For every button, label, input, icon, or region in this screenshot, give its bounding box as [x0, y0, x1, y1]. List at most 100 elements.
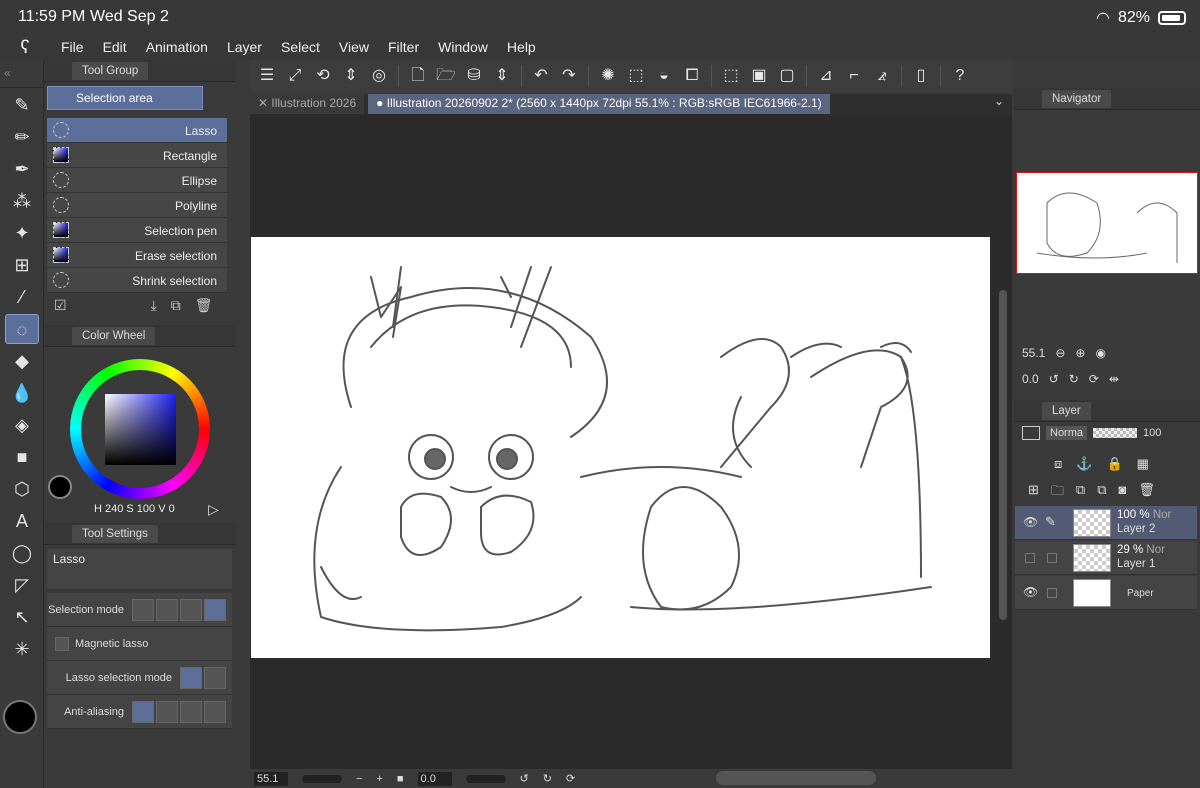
- subtool-settings-icon[interactable]: ☑: [54, 297, 67, 315]
- tab-illustration-inactive[interactable]: ✕ Illustration 2026: [250, 94, 365, 114]
- layer-color-icon[interactable]: [1022, 426, 1040, 440]
- layer-row[interactable]: 👁 Paper: [1015, 576, 1197, 610]
- line-icon[interactable]: ⦨: [871, 65, 893, 87]
- lock-layer-icon[interactable]: 🔒: [1106, 456, 1122, 472]
- redo-icon[interactable]: ↷: [558, 65, 580, 87]
- nav-fit-icon[interactable]: ◉: [1095, 346, 1105, 360]
- drawing-canvas[interactable]: [251, 237, 990, 658]
- fit-icon[interactable]: ■: [397, 773, 404, 785]
- tab-tool-group[interactable]: Tool Group: [72, 61, 149, 80]
- opacity-value[interactable]: 100: [1143, 427, 1161, 439]
- nav-rotate-field[interactable]: 0.0: [1022, 372, 1039, 386]
- rotate-right-icon[interactable]: ↻: [543, 772, 552, 785]
- import-subtool-icon[interactable]: ⤓: [151, 297, 157, 315]
- tab-navigator[interactable]: Navigator: [1042, 89, 1112, 108]
- clip-layer-icon[interactable]: ⧈: [1054, 456, 1062, 472]
- effect-line-tool-icon[interactable]: ✳: [5, 634, 39, 664]
- layer-row[interactable]: 29 % Nor Layer 1: [1015, 541, 1197, 575]
- brush-tool-icon[interactable]: ✒: [5, 154, 39, 184]
- arrow-updown-icon[interactable]: ⇕: [340, 65, 362, 87]
- menu-view[interactable]: View: [328, 39, 377, 55]
- vertical-scrollbar[interactable]: [999, 290, 1007, 620]
- brush-icon[interactable]: ⌐: [843, 65, 865, 87]
- mask-icon[interactable]: ◙: [1119, 482, 1127, 504]
- subtool-rectangle[interactable]: Rectangle: [47, 143, 227, 168]
- aa-none-icon[interactable]: [132, 700, 154, 723]
- lasso-polyline-icon[interactable]: [204, 666, 226, 689]
- transform-icon[interactable]: ⟲: [312, 65, 334, 87]
- rotate-left-icon[interactable]: ↺: [520, 772, 529, 785]
- aa-medium-icon[interactable]: [180, 700, 202, 723]
- aa-strong-icon[interactable]: [204, 700, 226, 723]
- deselect-icon[interactable]: ⬚: [720, 65, 742, 87]
- blend-mode-select[interactable]: Norma: [1046, 426, 1088, 440]
- nav-reset-icon[interactable]: ⟳: [1089, 372, 1099, 386]
- reset-rotate-icon[interactable]: ⟳: [566, 772, 575, 785]
- lock-checkbox[interactable]: [1047, 588, 1057, 598]
- color-swatch[interactable]: [48, 475, 72, 499]
- help-icon[interactable]: ?: [949, 65, 971, 87]
- grid-tool-icon[interactable]: ⊞: [5, 250, 39, 280]
- merge-down-icon[interactable]: ⧉: [1076, 482, 1085, 504]
- invert-selection-icon[interactable]: ▣: [748, 65, 770, 87]
- duplicate-subtool-icon[interactable]: ⧉: [171, 297, 181, 315]
- nav-zoom-out-icon[interactable]: ⊖: [1055, 346, 1065, 360]
- tab-layer[interactable]: Layer: [1042, 401, 1091, 420]
- menu-icon[interactable]: ☰: [256, 65, 278, 87]
- menu-select[interactable]: Select: [270, 39, 328, 55]
- subtool-erase-selection[interactable]: Erase selection: [47, 243, 227, 268]
- new-folder-icon[interactable]: 🗀: [1051, 482, 1064, 504]
- transform-box-icon[interactable]: ⧠: [681, 65, 703, 87]
- opacity-slider[interactable]: [1093, 428, 1138, 438]
- reference-layer-icon[interactable]: ⚓: [1076, 456, 1092, 472]
- menu-window[interactable]: Window: [427, 39, 496, 55]
- menu-help[interactable]: Help: [496, 39, 544, 55]
- main-color-swatch[interactable]: [3, 700, 37, 734]
- mode-new-icon[interactable]: [132, 598, 154, 621]
- ruler-tool-icon[interactable]: ◸: [5, 570, 39, 600]
- operation-tool-icon[interactable]: ↖: [5, 602, 39, 632]
- mode-subtract-icon[interactable]: [180, 598, 202, 621]
- menu-filter[interactable]: Filter: [377, 39, 427, 55]
- spray-tool-icon[interactable]: ⁂: [5, 186, 39, 216]
- magnetic-lasso-checkbox[interactable]: [55, 636, 69, 651]
- subtool-ellipse[interactable]: Ellipse: [47, 168, 227, 193]
- tab-illustration-active[interactable]: ● Illustration 20260902 2* (2560 x 1440p…: [368, 94, 830, 114]
- text-tool-icon[interactable]: A: [5, 506, 39, 536]
- nav-rotate-left-icon[interactable]: ↺: [1049, 372, 1059, 386]
- gradient-tool-icon[interactable]: ■: [5, 442, 39, 472]
- menu-file[interactable]: File: [50, 39, 92, 55]
- eraser-tool-icon[interactable]: ◆: [5, 346, 39, 376]
- arrow-updown2-icon[interactable]: ⇕: [491, 65, 513, 87]
- app-logo-small-icon[interactable]: ◎: [368, 65, 390, 87]
- subtool-polyline[interactable]: Polyline: [47, 193, 227, 218]
- layer-row[interactable]: 👁 ✎ 100 % Nor Layer 2: [1015, 506, 1197, 540]
- subtool-selection-pen[interactable]: Selection pen: [47, 218, 227, 243]
- tab-color-wheel[interactable]: Color Wheel: [72, 326, 156, 345]
- zoom-out-icon[interactable]: −: [356, 773, 362, 785]
- eyedropper-tool-icon[interactable]: ⁄: [5, 282, 39, 312]
- undo-icon[interactable]: ↶: [530, 65, 552, 87]
- nav-zoom-field[interactable]: 55.1: [1022, 346, 1045, 360]
- zoom-field[interactable]: 55.1: [254, 771, 288, 786]
- rotate-slider[interactable]: [465, 774, 506, 783]
- new-layer-icon[interactable]: ⊞: [1028, 482, 1039, 504]
- clear-icon[interactable]: ⬚: [625, 65, 647, 87]
- app-logo-icon[interactable]: ʕ: [0, 37, 50, 58]
- zoom-in-icon[interactable]: +: [376, 773, 382, 785]
- nav-rotate-right-icon[interactable]: ↻: [1069, 372, 1079, 386]
- fill-tool-icon[interactable]: ◈: [5, 410, 39, 440]
- loading-icon[interactable]: ✺: [597, 65, 619, 87]
- navigator-preview[interactable]: [1016, 172, 1198, 274]
- subtool-shrink-selection[interactable]: Shrink selection: [47, 268, 227, 293]
- color-mode-icon[interactable]: ▷: [208, 501, 219, 518]
- horizontal-scrollbar[interactable]: [716, 771, 876, 785]
- show-selection-icon[interactable]: ▢: [776, 65, 798, 87]
- visibility-checkbox[interactable]: [1025, 553, 1035, 563]
- pencil-tool-icon[interactable]: ✏: [5, 122, 39, 152]
- rotate-field[interactable]: 0.0: [417, 771, 452, 786]
- aa-weak-icon[interactable]: [156, 700, 178, 723]
- mode-intersect-icon[interactable]: [204, 598, 226, 621]
- blend-tool-icon[interactable]: 💧: [5, 378, 39, 408]
- new-file-icon[interactable]: 🗋: [407, 65, 429, 87]
